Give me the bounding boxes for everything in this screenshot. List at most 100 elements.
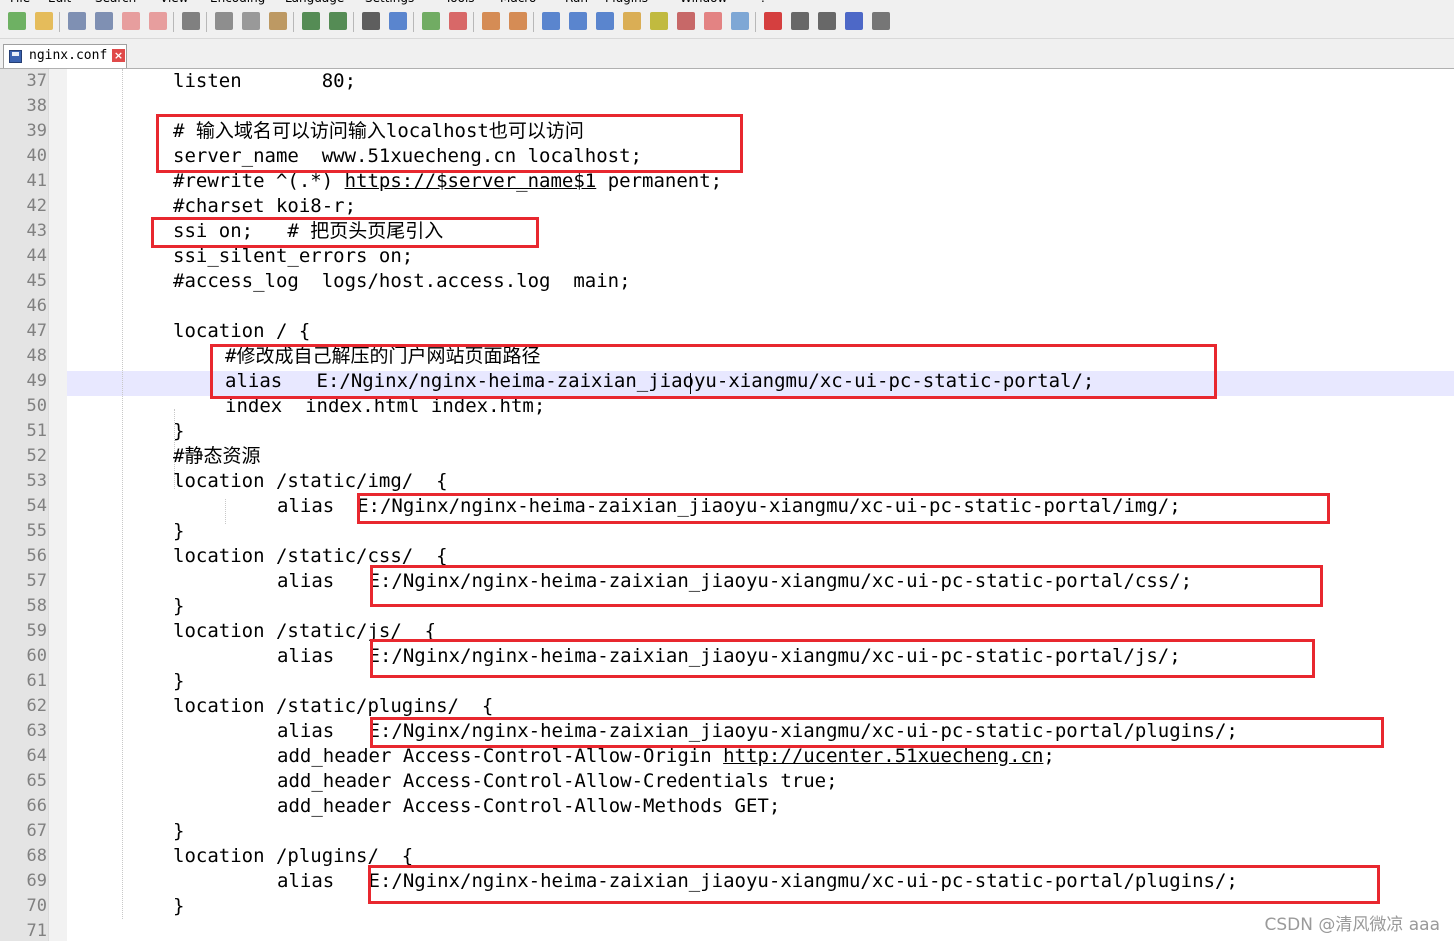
- menu-item-encoding[interactable]: Encoding: [210, 0, 265, 5]
- function-list-icon[interactable]: [677, 12, 695, 30]
- code-text: add_header Access-Control-Allow-Methods …: [277, 795, 781, 817]
- line-number: 53: [26, 471, 47, 491]
- toolbar-separator: [293, 12, 294, 32]
- line-number: 52: [26, 446, 47, 466]
- line-number: 62: [26, 696, 47, 716]
- code-text: location / {: [173, 320, 311, 342]
- code-text: }: [173, 895, 185, 917]
- menu-item-settings[interactable]: Settings: [365, 0, 414, 5]
- word-wrap-icon[interactable]: [542, 12, 560, 30]
- toolbar-separator: [206, 12, 207, 32]
- close-tab-icon[interactable]: ×: [112, 49, 125, 62]
- code-line: 45 #access_log logs/host.access.log main;: [0, 269, 1454, 294]
- language-icon[interactable]: [623, 12, 641, 30]
- toolbar-separator: [353, 12, 354, 32]
- line-number: 64: [26, 746, 47, 766]
- line-number: 43: [26, 221, 47, 241]
- code-text: #静态资源: [173, 445, 261, 467]
- close-all-icon[interactable]: [149, 12, 167, 30]
- undo-icon[interactable]: [302, 12, 320, 30]
- url-link[interactable]: http://ucenter.51xuecheng.cn: [723, 745, 1043, 767]
- find-icon[interactable]: [362, 12, 380, 30]
- paste-icon[interactable]: [269, 12, 287, 30]
- save-icon[interactable]: [68, 12, 86, 30]
- line-number: 48: [26, 346, 47, 366]
- record-macro-icon[interactable]: [764, 12, 782, 30]
- menu-item-search[interactable]: Search: [95, 0, 136, 5]
- watermark: CSDN @清风微凉 aaa: [1264, 915, 1440, 935]
- menu-item-plugins[interactable]: Plugins: [605, 0, 648, 5]
- code-text: location /static/plugins/ {: [173, 695, 494, 717]
- toolbar-separator: [59, 12, 60, 32]
- menu-item-edit[interactable]: Edit: [48, 0, 71, 5]
- indent-guide-icon[interactable]: [596, 12, 614, 30]
- saved-file-icon: [9, 50, 22, 63]
- stop-macro-icon[interactable]: [791, 12, 809, 30]
- sync-horizontal-icon[interactable]: [509, 12, 527, 30]
- toolbar-separator: [413, 12, 414, 32]
- replace-icon[interactable]: [389, 12, 407, 30]
- menu-item-view[interactable]: View: [160, 0, 188, 5]
- line-number: 57: [26, 571, 47, 591]
- annotation-box-ssi: [151, 217, 539, 248]
- menu-item-run[interactable]: Run: [565, 0, 588, 5]
- new-file-icon[interactable]: [8, 12, 26, 30]
- zoom-in-icon[interactable]: [422, 12, 440, 30]
- copy-icon[interactable]: [242, 12, 260, 30]
- monitoring-icon[interactable]: [731, 12, 749, 30]
- annotation-box-js-alias: [370, 639, 1315, 678]
- code-text: }: [173, 420, 185, 442]
- tab-nginx-conf[interactable]: nginx.conf ×: [3, 44, 127, 68]
- cut-icon[interactable]: [215, 12, 233, 30]
- code-line: 47 location / {: [0, 319, 1454, 344]
- show-all-chars-icon[interactable]: [569, 12, 587, 30]
- play-macro-icon[interactable]: [818, 12, 836, 30]
- text-caret: [690, 373, 691, 394]
- menu-item-tools[interactable]: Tools: [445, 0, 475, 5]
- line-number: 38: [26, 96, 47, 116]
- code-text: #charset koi8-r;: [173, 195, 357, 217]
- line-number: 70: [26, 896, 47, 916]
- line-number: 37: [26, 71, 47, 91]
- annotation-box-root-alias: [210, 344, 1217, 399]
- menu-item-macro[interactable]: Macro: [500, 0, 536, 5]
- line-number: 68: [26, 846, 47, 866]
- menu-item-language[interactable]: Language: [285, 0, 344, 5]
- doc-map-icon[interactable]: [650, 12, 668, 30]
- run-macro-multiple-icon[interactable]: [845, 12, 863, 30]
- url-link[interactable]: https://$server_name$1: [345, 170, 597, 192]
- line-number: 47: [26, 321, 47, 341]
- code-text: location /static/img/ {: [173, 470, 448, 492]
- code-editor[interactable]: 37 listen 80; 38 39 # 输入域名可以访问输入localhost也可以…: [0, 69, 1454, 941]
- code-line: 62 location /static/plugins/ {: [0, 694, 1454, 719]
- code-text: }: [173, 670, 185, 692]
- line-number: 55: [26, 521, 47, 541]
- menu-item-[interactable]: ?: [760, 0, 766, 5]
- line-number: 41: [26, 171, 47, 191]
- folder-as-workspace-icon[interactable]: [704, 12, 722, 30]
- close-icon[interactable]: [122, 12, 140, 30]
- line-number: 44: [26, 246, 47, 266]
- save-macro-icon[interactable]: [872, 12, 890, 30]
- sync-vertical-icon[interactable]: [482, 12, 500, 30]
- line-number: 45: [26, 271, 47, 291]
- annotation-box-plugins-alias: [368, 865, 1380, 904]
- code-text: }: [173, 595, 185, 617]
- line-number: 58: [26, 596, 47, 616]
- line-number: 65: [26, 771, 47, 791]
- line-number: 71: [26, 921, 47, 941]
- line-number: 50: [26, 396, 47, 416]
- open-file-icon[interactable]: [35, 12, 53, 30]
- toolbar-separator: [533, 12, 534, 32]
- print-icon[interactable]: [182, 12, 200, 30]
- line-number: 67: [26, 821, 47, 841]
- line-number: 49: [26, 371, 47, 391]
- code-line: 71: [0, 919, 1454, 941]
- line-number: 60: [26, 646, 47, 666]
- save-all-icon[interactable]: [95, 12, 113, 30]
- menu-item-window[interactable]: Window: [680, 0, 727, 5]
- zoom-out-icon[interactable]: [449, 12, 467, 30]
- menu-item-file[interactable]: File: [10, 0, 30, 5]
- redo-icon[interactable]: [329, 12, 347, 30]
- code-text: add_header Access-Control-Allow-Credenti…: [277, 770, 838, 792]
